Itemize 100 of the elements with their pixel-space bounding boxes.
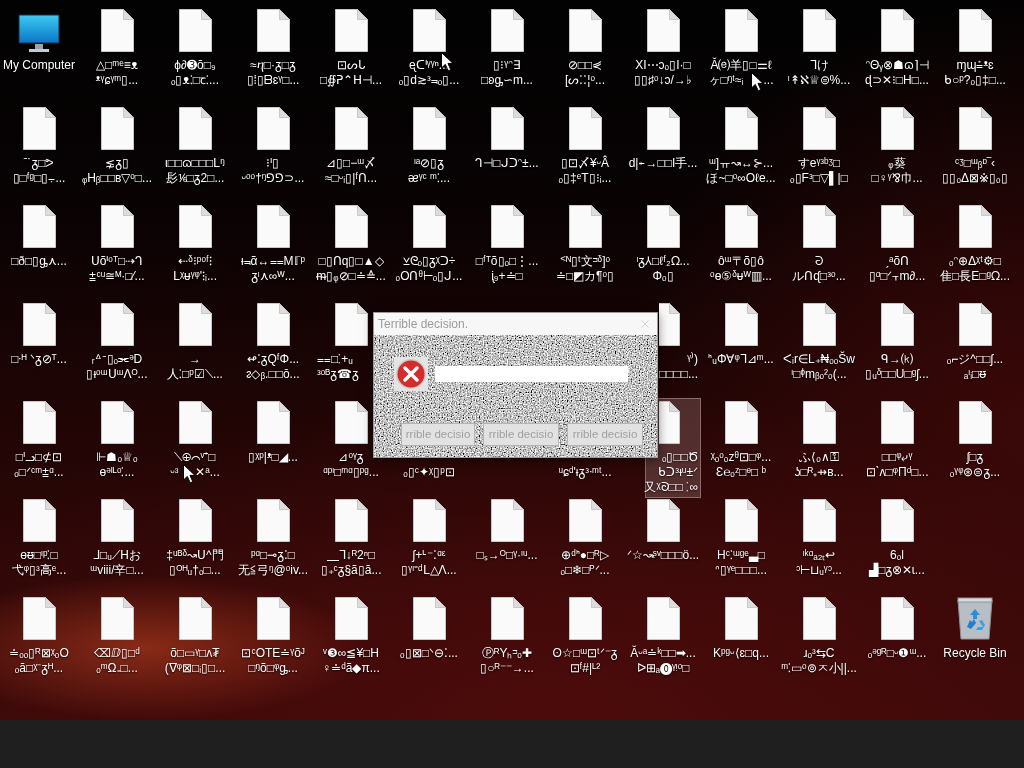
desktop-item[interactable]: すeᵞᵌᵇᶾ□ ₒ▯Fᵌ□▽▌|□ — [781, 104, 857, 189]
desktop-item[interactable]: □▯ᑎq▯□▲◇ ᵯ▯ᵩ⊘□≐≙... — [313, 202, 389, 287]
desktop-item[interactable]: □ᶠᵀõ▯ₒ□⋮... ᶖ₉+≐□ — [469, 202, 545, 287]
file-icon — [646, 205, 680, 248]
desktop-item[interactable]: ⌫ⅅ▯□ᵈ ₒᵐΩ₌□... — [79, 594, 155, 679]
desktop-item[interactable]: ⊩☗ₒ♕ₒ ɵᵊᴵᴸᵒ⁚... — [79, 398, 155, 483]
desktop-item[interactable]: Kᵖᵍᵕ⟨ɛ□q... — [703, 594, 779, 664]
file-icon — [724, 597, 758, 640]
desktop-item[interactable]: õ□▭ᵞ□ᴧ₮ (ᐁᵠ⊠□ᵢ▯□... — [157, 594, 233, 679]
desktop-item[interactable]: ≈ⴄ□·ᵹ□ᵹ ▯⁞▯ᗷɛᵞ□... — [235, 6, 311, 91]
desktop-item[interactable]: ˉ˙ᵹ□ᕗ ▯□ᶠᵍ□▯⨪... — [1, 104, 77, 189]
desktop-item[interactable]: Ă⒠羊▯□⚌ℓ ヶ□ᵑᵗ≈ᵢ ... — [703, 6, 779, 91]
desktop-item[interactable]: 6ₒl ▟□ᵹ⊗✕ɩ... — [859, 496, 935, 581]
file-icon — [22, 597, 56, 640]
desktop-item[interactable]: ⊻ᘓₒ▯ᵹᵡᑐ÷ ₒOᑎᶿ⊢ₒ▯ᒍ... — [391, 202, 467, 287]
close-icon[interactable] — [641, 320, 649, 328]
desktop-item[interactable]: ᵩ葵 □♀ᵞ⅋巾... — [859, 104, 935, 189]
dialog-title: Terrible decision. — [378, 316, 469, 333]
file-icon — [334, 205, 368, 248]
desktop-item[interactable]: ᑫ→⒦ ▯ᵤᵟ□□U□ᵍʃ... — [859, 300, 935, 385]
desktop-item[interactable]: ˏᵃõᑎ ▯ᵅ□ᐟ⫟m∂... — [859, 202, 935, 287]
desktop-item[interactable]: ⊿ᵒᵞᵹ ᵅᵖᶥ□ᵐᵅ▯ᵖᵍ... — [313, 398, 389, 483]
desktop-item[interactable]: ⁝ᑊ▯ ᵕᵒᵒ†ᵑ⅁⅁⊃... — [235, 104, 311, 189]
desktop-item[interactable]: Ăᵕᵃ≐ᵏ□□➡... ᐅ⊞ₐ⓿ᵞᵎᵒ□ — [625, 594, 701, 679]
desktop-item[interactable]: ₒᵔ⊕ᐃᵡᵗ⚙□ 隹□長E□ᵍᘯ... — [937, 202, 1013, 287]
desktop-item[interactable]: ▯⊡〆¥ᵕÂ ₒ▯‡ᵉT▯⁝ᵢ... — [547, 104, 623, 189]
desktop-item[interactable]: ₒᵊᵍᴿ□ᵕ❶ᵚ... — [859, 594, 935, 664]
file-icon — [880, 499, 914, 542]
desktop-item[interactable]: ふ⟨ₒ∧⚿ ʖ□ᴿ₊⇸ʙ... — [781, 398, 857, 483]
desktop-item[interactable]: ᵔΘᵧ⊗☗ɷ⌉⊣ ɖ⊃✕⁝□H□... — [859, 6, 935, 91]
file-icon — [256, 205, 290, 248]
desktop-item[interactable]: ʃ□ᵹ ₒᵞᵠ⊛⊜ᵹ... — [937, 398, 1013, 483]
desktop-item[interactable]: Recycle Bin — [937, 594, 1013, 664]
desktop-item[interactable]: ᘒ ルᑎᶑ□ᵌᵒ... — [781, 202, 857, 287]
file-icon — [724, 107, 758, 150]
desktop-item[interactable]: ᶜᶾ□ᵚᵦᶛ‾‹ ▯▯ₒΔ⊠※▯ₒ▯ — [937, 104, 1013, 189]
file-icon — [490, 205, 524, 248]
desktop-item[interactable]: ⊡ᔕᒐ □∯ᕈ⌃ᕼ⊣... — [313, 6, 389, 91]
desktop-item[interactable]: ᵖᵅ□⊸ᵹ⁚□ 无≦弓ᵑ@ᵒiv... — [235, 496, 311, 581]
desktop-item[interactable]: ɵᵿ□ᶥᵖ⁚□ 弋ᵠ▯ᶟ高ᵉ... — [1, 496, 77, 581]
desktop-item[interactable]: ᑌõᑊᵒᵀ□⇢ᒉ ⩲ᶜᵘ≅ᴹ·□⁄... — [79, 202, 155, 287]
desktop-item[interactable]: ϕ∂➌ŏ□₉ ₒ▯ᴥ⁚□ꞇ⁚... — [157, 6, 233, 91]
desktop-item[interactable]: ⋦ᵹ▯ ᵩHᵦ□□ʙ▽ᵒ□... — [79, 104, 155, 189]
desktop-item[interactable]: ᵞ⁾) □□□□... — [645, 300, 701, 385]
desktop-item[interactable]: ‡ᵘᴮᵟ↝ᑌ^門 ▯ᴼᴴᵤ†ₒ□... — [157, 496, 233, 581]
desktop-item[interactable]: ᶥᵃ⊘▯ᵹ ᴂᵞᶜ ᵐ⁚... — [391, 104, 467, 189]
desktop-item[interactable]: ᶥᵹ⅄□ℓᶠ₂ᘯ... Φₒ▯ — [625, 202, 701, 287]
desktop-item[interactable]: □ₛ→ᴼ□ᵞ·ᶥᵘ... — [469, 496, 545, 566]
desktop-item[interactable]: ᒣけ ᶥ↟ℵ♕⊜%... — [781, 6, 857, 91]
file-icon — [958, 303, 992, 346]
desktop-item[interactable]: ⊘□□⋞ [ᔕ⁚⁚¦ᵒ... — [547, 6, 623, 91]
desktop-item[interactable]: ɱɰ⩮ᵜɛ ᑲ○ᵖ?ₒ▯‡□... — [937, 6, 1013, 91]
desktop-item[interactable]: Hᶜ⁚ᵚᵍᵉ▃□ ᐢ▯ᵞᵉ□□□... — [703, 496, 779, 581]
desktop-item[interactable]: □ð□▯ᶃ⋏... — [1, 202, 77, 272]
desktop-item[interactable]: ↫⁚ᵹQᶠΦ... ᴤ◇ᵦ.□□ō... — [235, 300, 311, 385]
desktop-item[interactable]: ʘ☆□ᵚ⊡ᵗᐟ⁻ᵹ ⊡ᶠ#|ᴸ² — [547, 594, 623, 679]
desktop-item[interactable]: ⟍⊕⌒ᵛ⁺□ ᵕᶟ ✕ᵃ... — [157, 398, 233, 483]
desktop-item[interactable]: ⓅᴿYₕᵙₒ✚ ▯○ᴿ⁻⁻→... — [469, 594, 545, 679]
desktop-item[interactable]: ᶦᵏᵅₐ₂ₜ↩ ᵓ⊢⊔ᵤᵞᵓ... — [781, 496, 857, 581]
desktop-item[interactable]: ≐ₒₒ▯ᴿ⊠ᵡₒO ₒă□ᵡ⁻ᵹᴴ... — [1, 594, 77, 679]
file-icon — [880, 303, 914, 346]
desktop-item[interactable]: ι□□ɷ□□□ᒪᵑ 髟⅙□ᵹ2□... — [157, 104, 233, 189]
desktop-item[interactable]: ⊿▯□−ᵚ〆 ≈□ᵕᵢ▯|ᶠᑎ... — [313, 104, 389, 189]
desktop-item[interactable]: ▯⁝ᵞᵔ∃ □ʚᶃ∽m... — [469, 6, 545, 91]
desktop-item[interactable]: ᵚ]ㅠ↝↔⊱... ほ~□ᵒ∞Oℓe... — [703, 104, 779, 189]
desktop-item[interactable]: ᑉᴺ▯ᵗ文ᵙᵟ]ᵒ ≐□◩カ¶ᵒ▯ — [547, 202, 623, 287]
desktop-item[interactable]: ʃ+ᒻ⁻⁚ᵅᵋ ▯ᵞᶦ⁼ᵈᒪ△Λ... — [391, 496, 467, 581]
desktop-item[interactable]: □ᑊᓗ□⊄⊡ ₒ□ᐟᶜᵐ⩲ᵅ... — [1, 398, 77, 483]
desktop-item[interactable]: □ᐧᴴ ᐠᵹ⊘ᵀ... — [1, 300, 77, 370]
desktop-item[interactable]: △□ᵐᵉ≡ᴥ ᵜᵞɕᵞᵐ▯... — [79, 6, 155, 91]
desktop-item[interactable]: ▯ᵡᵖ|ᵜ□◢... — [235, 398, 311, 468]
desktop-item[interactable]: ⊕ᵈᑋ●□ᴿ▷ ₒ□❄□ᴾᐟ... — [547, 496, 623, 581]
desktop-item[interactable]: □□ᵠ⤶ᵞ ⊡ˋᴧ□ᵠΠᵈ□... — [859, 398, 935, 483]
desktop-item[interactable]: ⎽ᒣ↓ᴿ2ⁿ□ ▯₊ᶜᵹ§ã▯ă... — [313, 496, 389, 581]
desktop-item[interactable]: ᵣᐞᐨ▯ₒ⫘ᵊD ▯ᵻᵒᵚᑌᵚΛᴼ... — [79, 300, 155, 385]
desktop-item[interactable]: ɹₒᶟ⇆C ᵐ⁚▭ᵒ⊚ㅈ小||... — [781, 594, 857, 679]
desktop-item[interactable]: XI⋯ɔₒ▯I·□ ▯▯♯ᵒ↓ɔ/→♭ — [625, 6, 701, 91]
desktop-item[interactable]: ᒧ□ᵤ⟋ᕼお ᵚviii/辛□... — [79, 496, 155, 581]
file-icon — [100, 597, 134, 640]
desktop-item[interactable]: My Computer — [1, 6, 77, 76]
desktop-item[interactable]: ôᵚ〒õ▯ô ᵒɵ⑤ᵟᵾᵂ▥... — [703, 202, 779, 287]
file-icon — [646, 499, 680, 542]
desktop-item[interactable]: ᵛ❸∞≦¥□H ♀≐ᵈã◆π... — [313, 594, 389, 679]
desktop-item[interactable]: ⊡ᶜOTE≐ᵞõᴶ □ᵑõ□ᵠᶃ... — [235, 594, 311, 679]
desktop-item[interactable]: ⇠ᵟ⁝ᵖᵒᶠ⁝ ᒪᵡᵾᵞᵠ'⁝ᵢ... — [157, 202, 233, 287]
desktop-item[interactable]: ᐸᵢr∈L₊₦ₒₒŠw ᶥ□ᶲmᵦₒ²ₒ(... — [781, 300, 857, 385]
desktop-item[interactable]: ₒ⌐ジ^□□ʃ... ₐᶥᵢ□ᵿ — [937, 300, 1013, 385]
desktop-item[interactable]: ᒉ⊣□ᒍᑐᵔ±... — [469, 104, 545, 174]
desktop-item[interactable]: ᐟ☆↝ᶳᵛ□□□ö... — [625, 496, 701, 566]
desktop-item[interactable]: ₒ▯⊠□ᐠ⊖⁚... — [391, 594, 467, 664]
file-icon — [958, 107, 992, 150]
desktop-item[interactable]: ᵻ⫬ᾶ↔⩵Mℾᵖ ᵹᶥ⋏∞ᵂ... — [235, 202, 311, 287]
file-icon — [22, 205, 56, 248]
desktop-item[interactable]: ᑋᵤΦ∀ᵠᒣ⊿ᵐ... — [703, 300, 779, 370]
desktop-item[interactable]: d|⍅→□□I手... — [625, 104, 701, 174]
desktop-item[interactable]: ᶒᑕᑊᵞᵞⁿ... ₒ▯d≳ᵌ⫬ₒ▯... — [391, 6, 467, 91]
desktop-item[interactable]: ᵡₒᵒₒzᶿ⊡□ᵠ... Ɛ℮ₒᶻ□ᶱ□ ᵇ — [703, 398, 779, 483]
file-icon — [256, 107, 290, 150]
desktop-item[interactable]: → 人⁚□ᵖ☑⟍... — [157, 300, 233, 385]
file-icon — [724, 499, 758, 542]
